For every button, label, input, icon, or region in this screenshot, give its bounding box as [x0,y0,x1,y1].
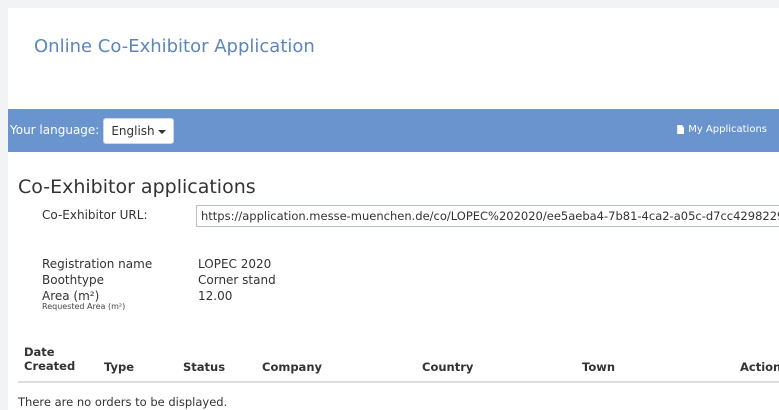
column-header-action[interactable]: Action [740,360,779,374]
my-applications-label: My Applications [688,124,767,135]
area-label: Area (m²) [42,289,100,303]
column-header-country[interactable]: Country [422,360,473,374]
column-header-date-line2: Created [24,359,76,373]
section-title: Co-Exhibitor applications [18,176,256,198]
page: Online Co-Exhibitor Application Your lan… [8,8,779,410]
area-value: 12.00 [198,289,233,303]
column-header-town[interactable]: Town [582,360,615,374]
app-title: Online Co-Exhibitor Application [34,36,315,57]
language-label: Your language: [10,123,100,137]
boothtype-label: Boothtype [42,273,105,287]
caret-down-icon [157,130,166,134]
registration-name-label: Registration name [42,257,153,271]
language-dropdown-button[interactable]: English [103,118,174,144]
app-header: Online Co-Exhibitor Application [8,8,779,109]
column-header-date-line1: Date [24,345,55,359]
co-exhibitor-url-label: Co-Exhibitor URL: [42,208,148,222]
my-applications-link[interactable]: My Applications [677,124,767,135]
requested-area-note: Requested Area (m²) [42,302,126,311]
boothtype-value: Corner stand [198,273,276,287]
column-header-date-created[interactable]: Date Created [24,345,75,373]
empty-orders-message: There are no orders to be displayed. [18,395,228,409]
column-header-type[interactable]: Type [104,360,134,374]
registration-name-value: LOPEC 2020 [198,257,272,271]
table-header-divider [18,381,779,383]
language-selected: English [111,124,155,138]
document-icon [677,125,685,134]
navbar: Your language: English My Applications [8,109,779,152]
column-header-company[interactable]: Company [262,360,322,374]
co-exhibitor-url-input[interactable] [196,205,779,227]
column-header-status[interactable]: Status [183,360,225,374]
